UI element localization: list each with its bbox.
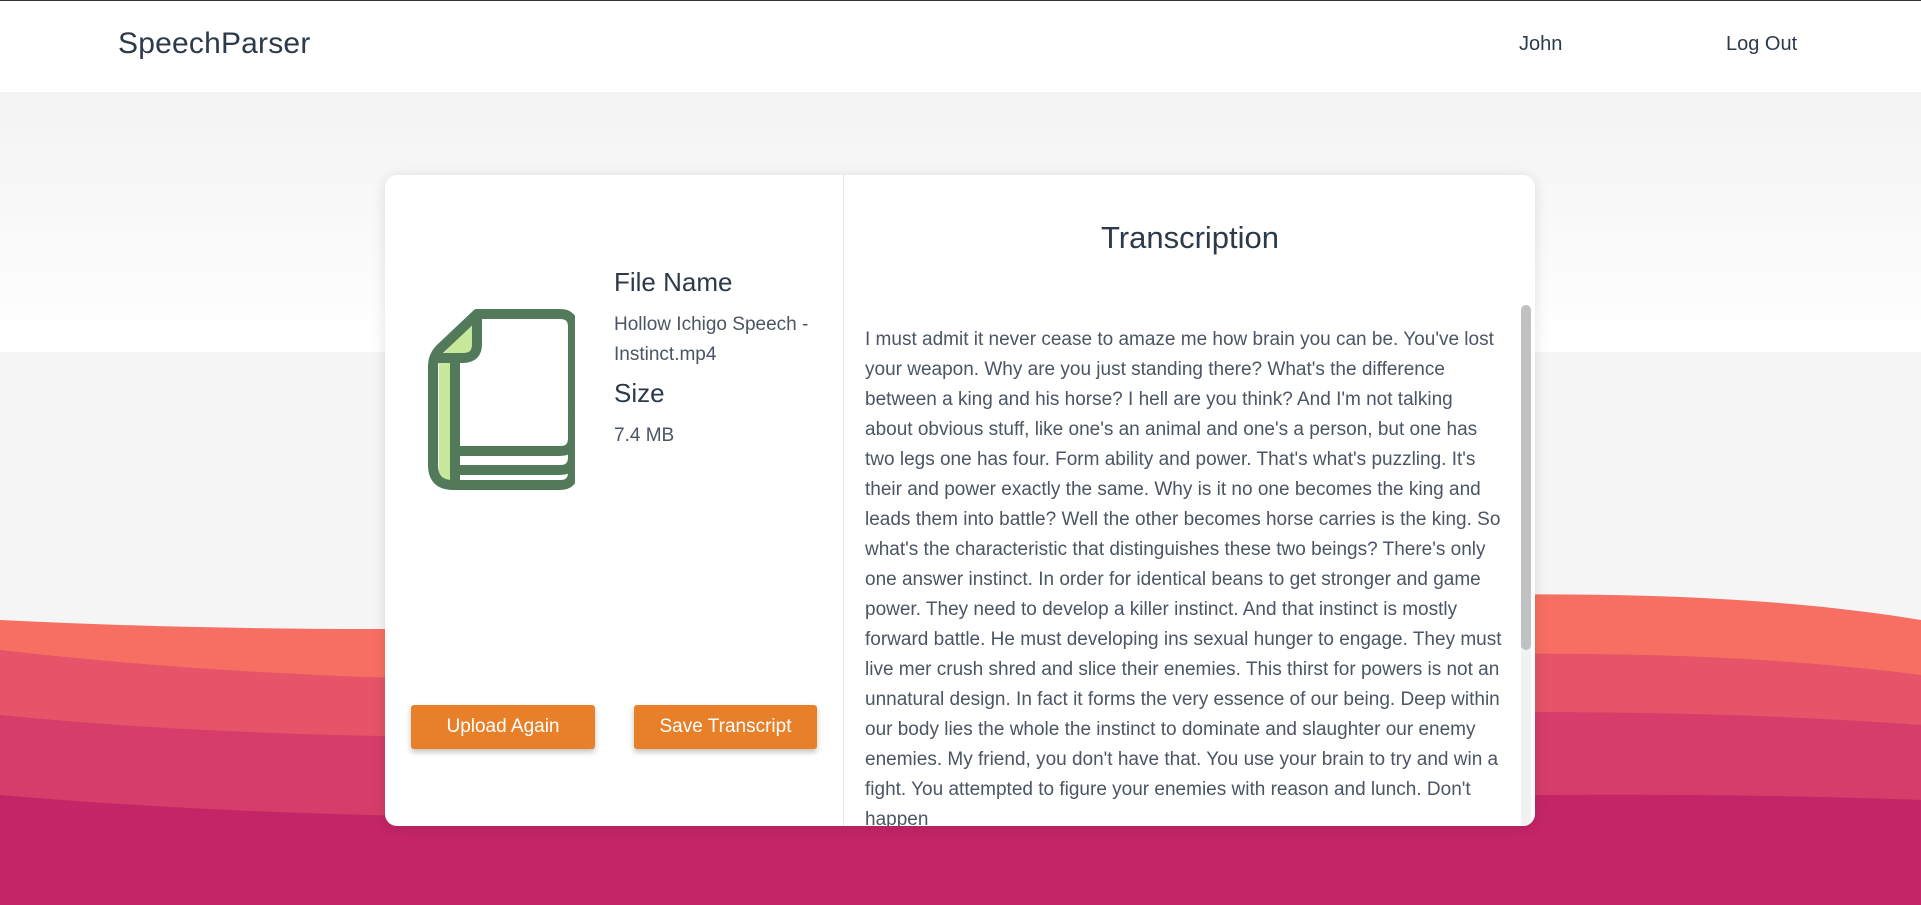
upload-again-button[interactable]: Upload Again: [411, 705, 595, 749]
navbar: SpeechParser John Log Out: [0, 0, 1921, 92]
scrollbar-thumb[interactable]: [1521, 305, 1531, 650]
file-info-panel: File Name Hollow Ichigo Speech - Instinc…: [385, 175, 844, 826]
file-size-value: 7.4 MB: [614, 425, 675, 446]
transcription-panel: Transcription I must admit it never ceas…: [845, 175, 1535, 826]
file-name-heading: File Name: [614, 267, 733, 297]
save-transcript-button[interactable]: Save Transcript: [634, 705, 817, 749]
brand-logo[interactable]: SpeechParser: [118, 27, 311, 61]
document-icon: [428, 309, 575, 490]
transcription-title: Transcription: [1100, 220, 1280, 255]
logout-link[interactable]: Log Out: [1726, 33, 1797, 56]
transcription-scrollbar[interactable]: [1521, 305, 1531, 826]
file-name-value: Hollow Ichigo Speech - Instinct.mp4: [614, 314, 809, 365]
file-meta: File Name Hollow Ichigo Speech - Instinc…: [614, 267, 824, 459]
upload-result-card: File Name Hollow Ichigo Speech - Instinc…: [385, 175, 1535, 826]
transcription-text[interactable]: I must admit it never cease to amaze me …: [865, 325, 1505, 826]
user-name-link[interactable]: John: [1519, 33, 1562, 56]
file-size-heading: Size: [614, 378, 665, 408]
